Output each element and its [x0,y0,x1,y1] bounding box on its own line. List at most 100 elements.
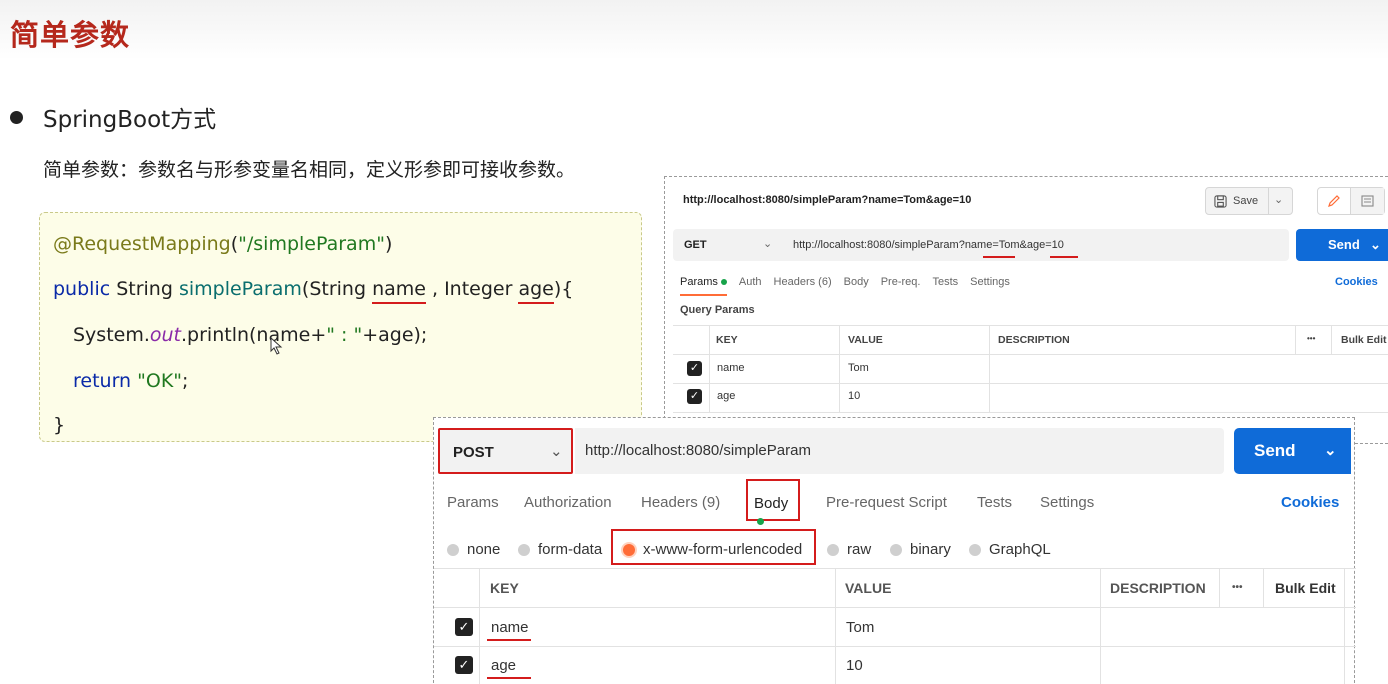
radio-button[interactable] [518,543,530,556]
check-icon: ✓ [689,390,700,402]
radio-raw[interactable]: raw [827,541,871,558]
method-select[interactable]: GET ⌄ [673,229,781,261]
underline-mark [1050,256,1078,258]
tab-settings[interactable]: Settings [1040,494,1094,511]
tab-auth[interactable]: Auth [739,276,762,296]
send-label: Send [1328,237,1360,252]
radio-x-www-form-urlencoded[interactable]: x-www-form-urlencoded [623,541,802,558]
param-key[interactable]: name [717,362,745,374]
code-string: " : " [326,324,363,346]
row-checkbox[interactable]: ✓ [455,618,473,636]
radio-button[interactable] [827,543,839,556]
tab-settings[interactable]: Settings [970,276,1010,296]
column-header-key: KEY [716,334,738,346]
code-keyword: return [73,370,132,392]
save-button[interactable]: Save ⌄ [1205,187,1293,215]
chevron-down-icon: ⌄ [763,238,773,250]
tab-prerequest-script[interactable]: Pre-request Script [826,494,947,511]
bullet-dot [10,110,23,124]
code-line-1: @RequestMapping("/simpleParam") [53,233,392,255]
post-request-panel: POST ⌄ http://localhost:8080/simpleParam… [433,417,1356,684]
chevron-down-icon: ⌄ [550,443,563,460]
tab-authorization[interactable]: Authorization [524,494,612,511]
code-function: simpleParam [178,278,302,300]
more-options-button[interactable]: ••• [1307,334,1315,343]
method-select[interactable]: POST ⌄ [438,428,573,474]
row-checkbox[interactable]: ✓ [687,389,702,404]
radio-button[interactable] [890,543,902,556]
bullet-text: SpringBoot方式 [43,107,217,133]
check-icon: ✓ [458,619,470,634]
tab-headers[interactable]: Headers (9) [641,494,720,511]
code-annotation: @RequestMapping [53,233,231,255]
chevron-down-icon[interactable]: ⌄ [1274,193,1283,206]
url-input[interactable]: http://localhost:8080/simpleParam?name=T… [781,229,1289,261]
code-text: String [110,278,179,300]
body-param-key[interactable]: age [491,657,516,674]
floppy-disk-icon [1214,194,1227,208]
radio-graphql[interactable]: GraphQL [969,541,1051,558]
column-header-value: VALUE [845,580,892,596]
mouse-cursor-icon [270,337,283,355]
code-paren: ) [384,233,393,255]
param-value[interactable]: 10 [848,390,860,402]
check-icon: ✓ [689,362,700,374]
comment-button[interactable] [1351,188,1384,214]
slide-title: 简单参数 [10,18,131,52]
code-line-4: return "OK"; [73,370,188,392]
code-string: "/simpleParam" [238,233,385,255]
more-options-button[interactable]: ••• [1232,582,1243,593]
method-label: POST [453,444,494,461]
bulk-edit-button[interactable]: Bulk Edit [1341,334,1387,346]
code-line-3: System.out.println(name+" : "+age); [73,324,427,346]
param-key[interactable]: age [717,390,735,402]
tab-tests[interactable]: Tests [932,276,958,296]
top-band [0,0,1388,60]
code-keyword: public [53,278,111,300]
code-text: ; [182,370,189,392]
row-checkbox[interactable]: ✓ [687,361,702,376]
tab-tests[interactable]: Tests [977,494,1012,511]
edit-toggle[interactable] [1317,187,1385,215]
body-param-value[interactable]: 10 [846,657,863,674]
tab-headers[interactable]: Headers (6) [774,276,832,296]
tab-params[interactable]: Params [680,276,727,296]
tab-body[interactable]: Body [754,495,798,529]
column-header-description: DESCRIPTION [998,334,1070,346]
body-param-value[interactable]: Tom [846,619,874,636]
body-param-key[interactable]: name [491,619,529,636]
chevron-down-icon[interactable]: ⌄ [1324,441,1337,459]
active-dot [720,279,727,286]
send-button[interactable]: Send ⌄ [1234,428,1351,474]
code-string: "OK" [131,370,183,392]
column-header-key: KEY [490,580,519,596]
radio-button[interactable] [969,543,981,556]
radio-form-data[interactable]: form-data [518,541,602,558]
param-value[interactable]: Tom [848,362,869,374]
code-field: out [149,324,182,346]
edit-button[interactable] [1318,188,1351,214]
underline-mark [983,256,1015,258]
chevron-down-icon[interactable]: ⌄ [1370,237,1381,253]
get-request-panel: http://localhost:8080/simpleParam?name=T… [664,176,1388,444]
radio-none[interactable]: none [447,541,500,558]
url-value: http://localhost:8080/simpleParam [585,442,811,459]
code-text: .println(name+ [181,324,327,346]
body-highlight-box: Body [746,479,800,525]
radio-binary[interactable]: binary [890,541,951,558]
column-header-value: VALUE [848,334,883,346]
tab-body[interactable]: Body [844,276,869,296]
send-button[interactable]: Send ⌄ [1296,229,1388,261]
cookies-link[interactable]: Cookies [1335,276,1378,288]
url-input[interactable]: http://localhost:8080/simpleParam [575,428,1224,474]
row-checkbox[interactable]: ✓ [455,656,473,674]
radio-button[interactable] [447,543,459,556]
tab-params[interactable]: Params [447,494,499,511]
tab-prereq[interactable]: Pre-req. [881,276,921,296]
request-url-header: http://localhost:8080/simpleParam?name=T… [683,194,972,206]
bulk-edit-button[interactable]: Bulk Edit [1275,580,1336,596]
code-line-5: } [53,414,65,436]
cookies-link[interactable]: Cookies [1281,494,1339,511]
radio-button-selected[interactable] [623,543,635,556]
bullet-row: SpringBoot方式 [10,100,216,134]
